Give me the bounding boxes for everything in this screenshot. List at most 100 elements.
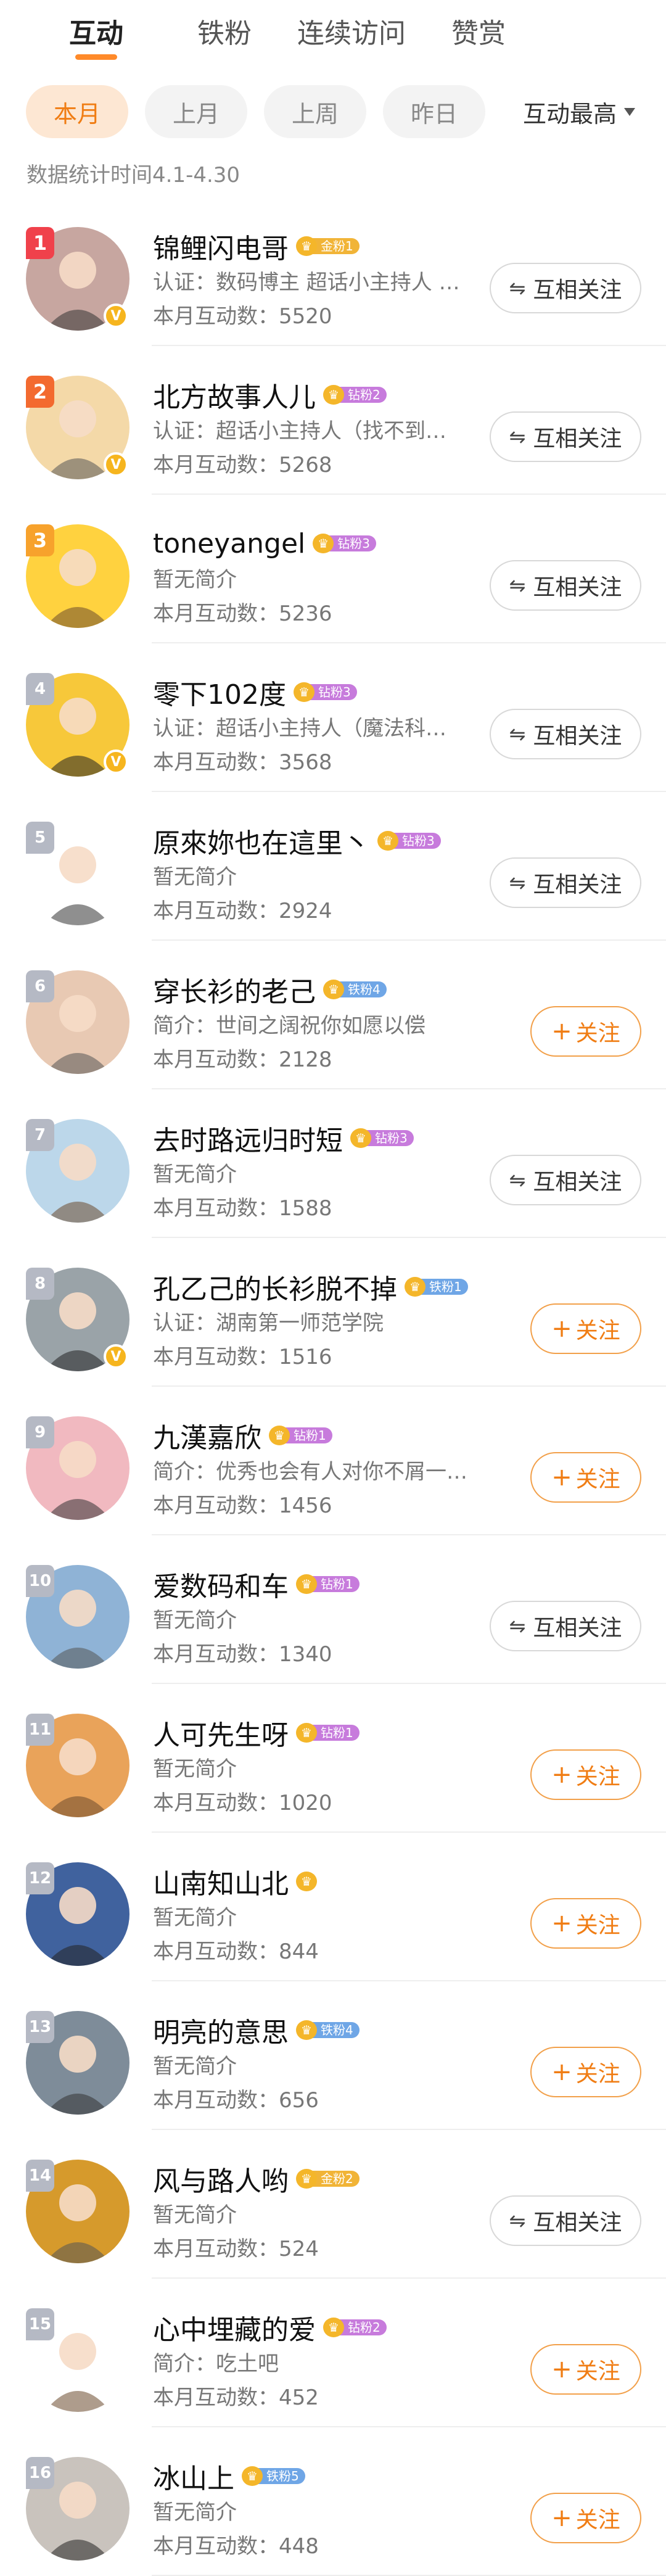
- list-item[interactable]: 4 V 零下102度 ♛ 钻粉3 认证：超话小主持人（魔法科… 本月互动数：3568 ⇋ 互相关…: [0, 643, 666, 792]
- tab-rewards[interactable]: 赞赏: [415, 11, 542, 51]
- avatar[interactable]: 7: [26, 1119, 130, 1223]
- mutual-follow-button[interactable]: ⇋ 互相关注: [490, 263, 641, 313]
- list-item[interactable]: 9 九漢嘉欣 ♛ 钻粉1 简介：优秀也会有人对你不屑一… 本月互动数：1456 + 关注: [0, 1387, 666, 1535]
- user-description: 暂无简介: [153, 1608, 237, 1633]
- user-name[interactable]: 原來妳也在這里丶: [153, 821, 370, 861]
- avatar[interactable]: 12: [26, 1862, 130, 1966]
- list-item[interactable]: 1 V 锦鲤闪电哥 ♛ 金粉1 认证：数码博主 超话小主持人 … 本月互动数：5520 ⇋ 互相…: [0, 197, 666, 346]
- fan-level-label: 钻粉2: [339, 2319, 387, 2335]
- mutual-follow-button[interactable]: ⇋ 互相关注: [490, 709, 641, 759]
- list-item[interactable]: 5 原來妳也在這里丶 ♛ 钻粉3 暂无简介 本月互动数：2924 ⇋ 互相关注: [0, 792, 666, 941]
- follow-button[interactable]: + 关注: [530, 1749, 641, 1800]
- user-description: 认证：湖南第一师范学院: [153, 1311, 384, 1335]
- plus-icon: +: [551, 1017, 572, 1046]
- list-item[interactable]: 15 心中埋藏的爱 ♛ 钻粉2 简介：吃土吧 本月互动数：452 + 关注: [0, 2279, 666, 2427]
- user-name[interactable]: 爱数码和车: [153, 1564, 289, 1604]
- follow-button[interactable]: + 关注: [530, 1898, 641, 1949]
- rank-badge: 13: [26, 2011, 54, 2043]
- swap-arrows-icon: ⇋: [509, 574, 526, 597]
- rank-badge: 10: [26, 1565, 54, 1597]
- avatar[interactable]: 3: [26, 524, 130, 628]
- follow-button[interactable]: + 关注: [530, 1006, 641, 1057]
- mutual-follow-button[interactable]: ⇋ 互相关注: [490, 1155, 641, 1205]
- filter-last-week[interactable]: 上周: [264, 85, 366, 138]
- follow-button[interactable]: + 关注: [530, 2047, 641, 2097]
- avatar[interactable]: 4V: [26, 673, 130, 777]
- filter-last-month[interactable]: 上月: [145, 85, 247, 138]
- user-name[interactable]: 锦鲤闪电哥: [153, 226, 289, 266]
- user-name[interactable]: 零下102度: [153, 672, 286, 712]
- tab-interaction[interactable]: 互动: [31, 11, 161, 60]
- follow-button[interactable]: + 关注: [530, 1452, 641, 1503]
- avatar[interactable]: 2V: [26, 376, 130, 479]
- tab-iron-fans[interactable]: 铁粉: [161, 11, 288, 51]
- user-name[interactable]: 北方故事人儿: [153, 375, 316, 415]
- user-name[interactable]: 心中埋藏的爱: [153, 2308, 316, 2347]
- interaction-count: 本月互动数：5520: [153, 304, 332, 329]
- avatar[interactable]: 14: [26, 2160, 130, 2263]
- user-name[interactable]: 孔乙己的长衫脱不掉: [153, 1267, 397, 1307]
- avatar[interactable]: 6: [26, 970, 130, 1074]
- filter-yesterday[interactable]: 昨日: [383, 85, 485, 138]
- avatar[interactable]: 16: [26, 2457, 130, 2561]
- avatar[interactable]: 1V: [26, 227, 130, 331]
- interaction-count: 本月互动数：2128: [153, 1047, 332, 1072]
- list-item[interactable]: 12 山南知山北 ♛ 暂无简介 本月互动数：844 + 关注: [0, 1833, 666, 1981]
- list-item[interactable]: 16 冰山上 ♛ 铁粉5 暂无简介 本月互动数：448 + 关注: [0, 2427, 666, 2576]
- follow-button[interactable]: + 关注: [530, 2493, 641, 2543]
- fan-list: 1 V 锦鲤闪电哥 ♛ 金粉1 认证：数码博主 超话小主持人 … 本月互动数：5520 ⇋ 互相…: [0, 197, 666, 2576]
- fan-level-label: 铁粉5: [258, 2468, 305, 2484]
- mutual-follow-label: 互相关注: [533, 278, 622, 303]
- list-item[interactable]: 10 爱数码和车 ♛ 钻粉1 暂无简介 本月互动数：1340 ⇋ 互相关注: [0, 1535, 666, 1684]
- mutual-follow-label: 互相关注: [533, 575, 622, 600]
- avatar[interactable]: 10: [26, 1565, 130, 1669]
- filter-this-month[interactable]: 本月: [26, 85, 128, 138]
- list-item[interactable]: 2 V 北方故事人儿 ♛ 钻粉2 认证：超话小主持人（找不到… 本月互动数：5268 ⇋ 互相关…: [0, 346, 666, 495]
- list-item[interactable]: 11 人可先生呀 ♛ 钻粉1 暂无简介 本月互动数：1020 + 关注: [0, 1684, 666, 1833]
- user-name[interactable]: 人可先生呀: [153, 1713, 289, 1752]
- user-name[interactable]: 去时路远归时短: [153, 1118, 343, 1158]
- list-item[interactable]: 6 穿长衫的老己 ♛ 铁粉4 简介：世间之阔祝你如愿以偿 本月互动数：2128 + 关注: [0, 941, 666, 1089]
- swap-arrows-icon: ⇋: [509, 2209, 526, 2232]
- list-item[interactable]: 13 明亮的意思 ♛ 铁粉4 暂无简介 本月互动数：656 + 关注: [0, 1981, 666, 2130]
- follow-label: 关注: [575, 1913, 620, 1938]
- user-name[interactable]: 山南知山北: [153, 1862, 289, 1901]
- user-name[interactable]: 冰山上: [153, 2456, 234, 2496]
- avatar[interactable]: 11: [26, 1714, 130, 1817]
- heart-crown-icon: ♛: [296, 1574, 317, 1594]
- follow-button[interactable]: + 关注: [530, 2344, 641, 2395]
- avatar[interactable]: 5: [26, 822, 130, 925]
- fan-level-label: 钻粉3: [393, 833, 441, 849]
- mutual-follow-button[interactable]: ⇋ 互相关注: [490, 560, 641, 611]
- plus-icon: +: [551, 1463, 572, 1492]
- rank-badge: 8: [26, 1268, 54, 1300]
- mutual-follow-button[interactable]: ⇋ 互相关注: [490, 1601, 641, 1651]
- list-item[interactable]: 7 去时路远归时短 ♛ 钻粉3 暂无简介 本月互动数：1588 ⇋ 互相关注: [0, 1089, 666, 1238]
- period-filter-bar: 本月 上月 上周 昨日 互动最高: [0, 80, 666, 143]
- follow-button[interactable]: + 关注: [530, 1303, 641, 1354]
- sort-dropdown[interactable]: 互动最高: [523, 80, 636, 143]
- mutual-follow-button[interactable]: ⇋ 互相关注: [490, 2195, 641, 2246]
- list-item[interactable]: 3 toneyangel ♛ 钻粉3 暂无简介 本月互动数：5236 ⇋ 互相关注: [0, 495, 666, 643]
- avatar[interactable]: 15: [26, 2308, 130, 2412]
- plus-icon: +: [551, 2355, 572, 2384]
- avatar[interactable]: 8V: [26, 1268, 130, 1371]
- user-name[interactable]: 风与路人哟: [153, 2159, 289, 2198]
- follow-label: 关注: [575, 2508, 620, 2533]
- list-item[interactable]: 8 V 孔乙己的长衫脱不掉 ♛ 铁粉1 认证：湖南第一师范学院 本月互动数：1516 + 关注: [0, 1238, 666, 1387]
- tab-consecutive-visits[interactable]: 连续访问: [288, 11, 415, 51]
- mutual-follow-button[interactable]: ⇋ 互相关注: [490, 857, 641, 908]
- mutual-follow-button[interactable]: ⇋ 互相关注: [490, 411, 641, 462]
- list-item[interactable]: 14 风与路人哟 ♛ 金粉2 暂无简介 本月互动数：524 ⇋ 互相关注: [0, 2130, 666, 2279]
- swap-arrows-icon: ⇋: [509, 1168, 526, 1192]
- user-name[interactable]: 明亮的意思: [153, 2010, 289, 2050]
- swap-arrows-icon: ⇋: [509, 871, 526, 894]
- avatar[interactable]: 13: [26, 2011, 130, 2115]
- user-name[interactable]: toneyangel: [153, 528, 305, 559]
- heart-crown-icon: ♛: [323, 385, 344, 405]
- user-name[interactable]: 九漢嘉欣: [153, 1416, 261, 1455]
- rank-badge: 4: [26, 673, 54, 705]
- avatar[interactable]: 9: [26, 1416, 130, 1520]
- user-name[interactable]: 穿长衫的老己: [153, 970, 316, 1009]
- user-description: 暂无简介: [153, 1162, 237, 1187]
